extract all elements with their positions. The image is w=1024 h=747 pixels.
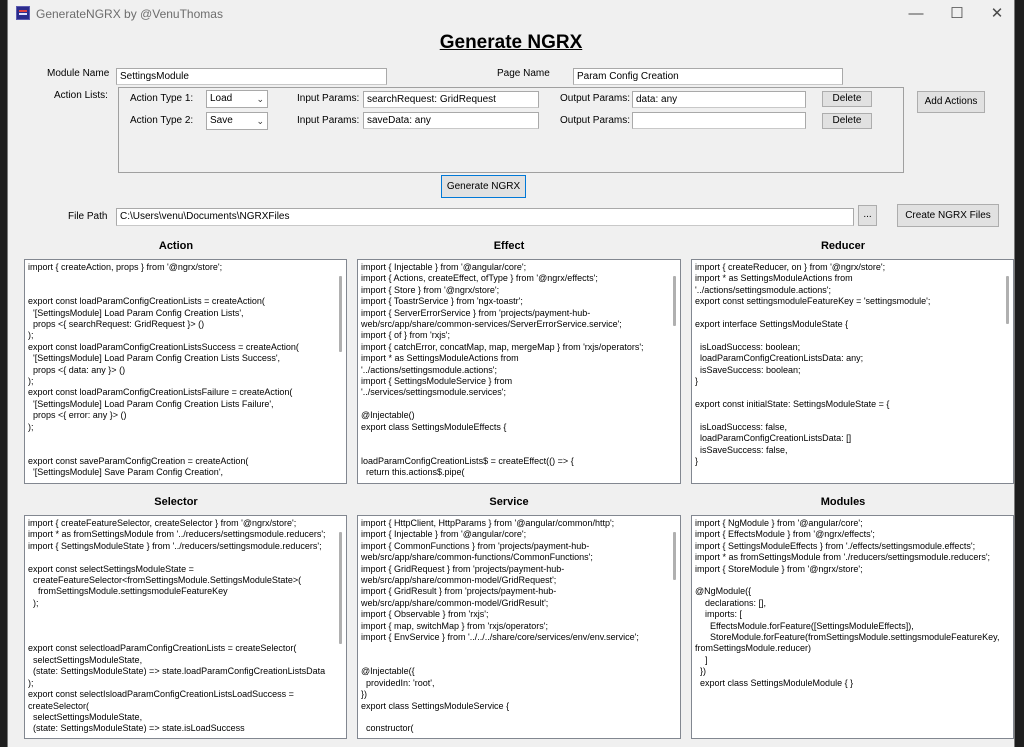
service-code-box[interactable]: import { HttpClient, HttpParams } from '… (357, 515, 681, 739)
page-name-label: Page Name (497, 68, 550, 79)
minimize-button[interactable]: — (896, 0, 936, 28)
scrollbar-thumb[interactable] (339, 276, 342, 352)
add-actions-button[interactable]: Add Actions (917, 91, 985, 113)
input-params-2-input[interactable]: saveData: any (363, 112, 539, 129)
service-code: import { HttpClient, HttpParams } from '… (358, 516, 680, 737)
input-params-2-label: Input Params: (297, 115, 359, 126)
modules-panel-title: Modules (691, 496, 995, 508)
action-type-2-label: Action Type 2: (130, 115, 193, 126)
output-params-1-input[interactable]: data: any (632, 91, 806, 108)
action-code-box[interactable]: import { createAction, props } from '@ng… (24, 259, 347, 484)
close-button[interactable]: ✕ (977, 0, 1015, 28)
service-code-scrollbar[interactable] (669, 516, 680, 738)
selector-code-box[interactable]: import { createFeatureSelector, createSe… (24, 515, 347, 739)
reducer-code: import { createReducer, on } from '@ngrx… (692, 260, 1013, 469)
output-params-2-input[interactable] (632, 112, 806, 129)
background-desktop-left (0, 0, 7, 747)
browse-button[interactable]: ... (858, 205, 877, 226)
file-path-label: File Path (68, 211, 107, 222)
scrollbar-thumb[interactable] (1006, 276, 1009, 324)
background-desktop-right (1014, 0, 1024, 747)
modules-code-box[interactable]: import { NgModule } from '@angular/core'… (691, 515, 1014, 739)
selector-code: import { createFeatureSelector, createSe… (25, 516, 346, 737)
effect-code-box[interactable]: import { Injectable } from '@angular/cor… (357, 259, 681, 484)
page-heading-text: Generate NGRX (440, 32, 583, 53)
chevron-down-icon: ⌄ (256, 115, 264, 127)
effect-panel-title: Effect (357, 240, 661, 252)
input-params-1-label: Input Params: (297, 93, 359, 104)
action-type-2-select[interactable]: Save ⌄ (206, 112, 268, 130)
action-lists-label: Action Lists: (54, 90, 108, 101)
selector-code-scrollbar[interactable] (335, 516, 346, 738)
action-code: import { createAction, props } from '@ng… (25, 260, 346, 481)
output-params-2-label: Output Params: (560, 115, 630, 126)
action-type-1-select[interactable]: Load ⌄ (206, 90, 268, 108)
chevron-down-icon: ⌄ (256, 93, 264, 105)
action-type-1-value: Load (210, 93, 232, 104)
scrollbar-thumb[interactable] (673, 532, 676, 580)
page-heading: Generate NGRX (8, 32, 1014, 54)
generate-ngrx-button[interactable]: Generate NGRX (441, 175, 526, 198)
reducer-code-scrollbar[interactable] (1002, 260, 1013, 483)
effect-code-scrollbar[interactable] (669, 260, 680, 483)
selector-panel-title: Selector (24, 496, 328, 508)
action-type-2-value: Save (210, 115, 233, 126)
reducer-code-box[interactable]: import { createReducer, on } from '@ngrx… (691, 259, 1014, 484)
action-type-1-label: Action Type 1: (130, 93, 193, 104)
action-code-scrollbar[interactable] (335, 260, 346, 483)
effect-code: import { Injectable } from '@angular/cor… (358, 260, 680, 481)
delete-action-2-button[interactable]: Delete (822, 113, 872, 129)
app-window: GenerateNGRX by @VenuThomas — ☐ ✕ Genera… (7, 0, 1015, 747)
app-icon (16, 6, 30, 20)
reducer-panel-title: Reducer (691, 240, 995, 252)
page-name-input[interactable]: Param Config Creation (573, 68, 843, 85)
output-params-1-label: Output Params: (560, 93, 630, 104)
title-bar[interactable]: GenerateNGRX by @VenuThomas — ☐ ✕ (8, 0, 1014, 28)
module-name-input[interactable]: SettingsModule (116, 68, 387, 85)
maximize-button[interactable]: ☐ (937, 0, 977, 28)
module-name-label: Module Name (47, 68, 109, 79)
scrollbar-thumb[interactable] (673, 276, 676, 326)
input-params-1-input[interactable]: searchRequest: GridRequest (363, 91, 539, 108)
modules-code: import { NgModule } from '@angular/core'… (692, 516, 1013, 691)
action-panel-title: Action (24, 240, 328, 252)
scrollbar-thumb[interactable] (339, 532, 342, 644)
delete-action-1-button[interactable]: Delete (822, 91, 872, 107)
window-title: GenerateNGRX by @VenuThomas (36, 7, 223, 21)
create-ngrx-files-button[interactable]: Create NGRX Files (897, 204, 999, 227)
service-panel-title: Service (357, 496, 661, 508)
file-path-input[interactable]: C:\Users\venu\Documents\NGRXFiles (116, 208, 854, 226)
